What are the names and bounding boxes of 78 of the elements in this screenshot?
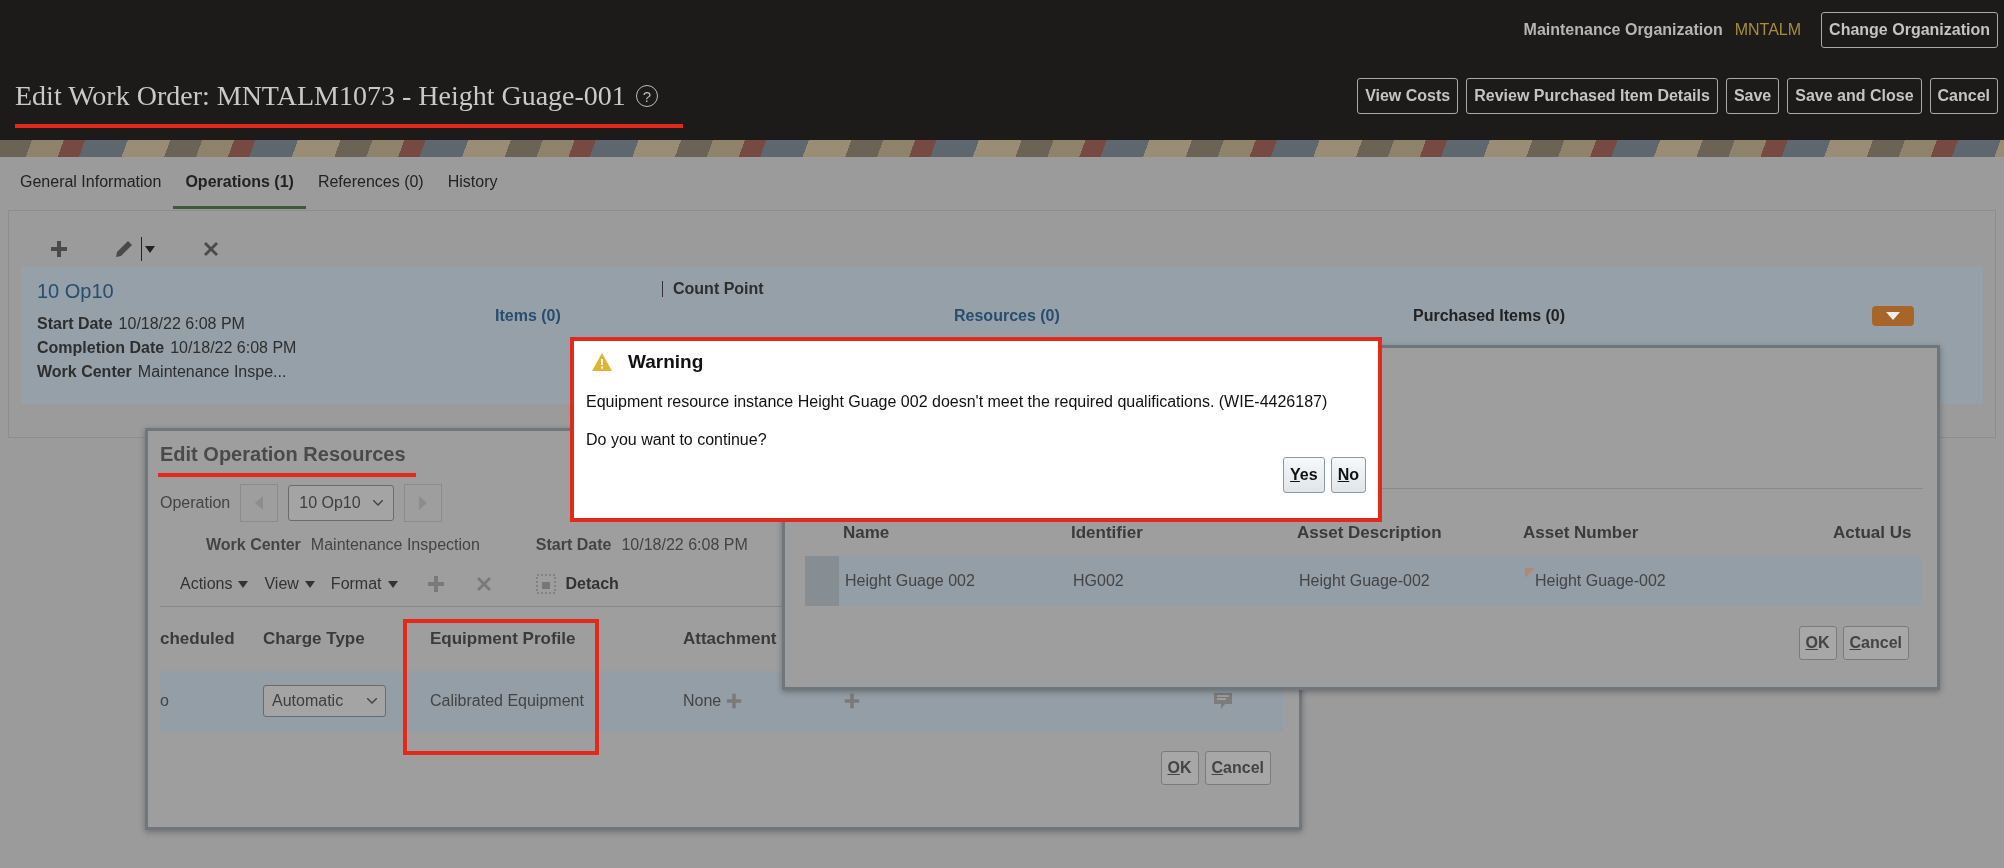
column-header: Name [843,523,891,543]
column-header: Attachment [683,629,778,649]
dropdown-icon[interactable] [141,236,155,261]
field-value: 10/18/22 6:08 PM [621,536,748,554]
charge-type-select[interactable]: Automatic [263,685,387,717]
operation-select[interactable]: 10 Op10 [288,485,394,521]
dialog-button[interactable]: Yes [1283,457,1325,493]
caret-icon [387,580,398,588]
column-header: Asset Description [1297,523,1443,543]
dialog-button[interactable]: OK [1160,751,1199,785]
table-cell: Height Guage-002 [1535,572,1666,590]
org-label: Maintenance Organization [1523,21,1723,39]
field-label: Start Date [535,536,612,554]
column-header: Asset Number [1523,523,1640,543]
field-value: Maintenance Inspection [310,536,480,554]
tab[interactable]: History [435,157,510,209]
count-link[interactable]: Items (0) [495,307,954,325]
count-link[interactable]: Resources (0) [954,307,1413,325]
table-cell: None [683,692,722,710]
dialog-title: Warning [628,351,704,373]
field-value: Maintenance Inspe... [137,363,287,381]
field-value: 10/18/22 6:08 PM [170,339,297,357]
row-selector[interactable] [805,556,839,606]
column-header: Equipment Profile [429,629,577,649]
table-cell-text: Calibrated Equipment [429,692,585,710]
header-button[interactable]: View Costs [1357,78,1459,114]
add-icon[interactable] [843,692,861,710]
caret-icon [1886,312,1900,320]
field-value: 10/18/22 6:08 PM [118,315,245,333]
operation-label: Operation [160,494,231,512]
operation-link[interactable]: 10 Op10 [37,280,495,303]
expand-button[interactable] [1872,306,1914,326]
table-cell-text: HG002 [1073,572,1125,590]
tab[interactable]: Operations (1) [173,157,306,209]
field-label: Start Date [37,315,113,333]
add-icon[interactable] [425,574,446,594]
column-header: Identifier [1071,523,1144,543]
header-button[interactable]: Save [1725,78,1780,114]
change-organization-button[interactable]: Change Organization [1821,12,1998,48]
org-value: MNTALM [1734,21,1802,39]
add-icon[interactable] [49,238,69,259]
flag-icon [1525,568,1535,578]
count-point-label: Count Point [673,280,764,298]
dialog-button[interactable]: No [1330,457,1366,493]
add-icon[interactable] [725,692,744,710]
table-cell-text: Height Guage-002 [1299,572,1431,590]
dialog-button[interactable]: OK [1798,626,1837,660]
dialog-button[interactable]: Cancel [1204,751,1271,785]
warning-question: Do you want to continue? [586,431,768,449]
column-header: Actual Us [1833,523,1912,543]
comment-icon[interactable] [1213,692,1233,710]
header-button[interactable]: Cancel [1929,78,1998,114]
warning-icon [592,353,612,371]
caret-icon [304,580,315,588]
table-cell-text: o [160,692,170,710]
detach-button[interactable]: Detach [565,575,619,593]
column-header: cheduled [160,629,236,649]
dialog-button[interactable]: Cancel [1842,626,1909,660]
dialog-title: Edit Operation Resources [160,443,406,466]
chevron-icon [367,698,378,704]
field-label: Work Center [37,363,132,381]
header-button[interactable]: Save and Close [1787,78,1922,114]
table-row[interactable]: Height Guage 002 HG002 Height Guage-002 Height Guage-002 [805,556,1921,606]
tab[interactable]: References (0) [305,157,436,209]
field-label: Completion Date [37,339,165,357]
table-cell-text: Height Guage 002 [845,572,976,590]
chevron-icon [372,500,383,506]
count-link[interactable]: Purchased Items (0) [1413,307,1872,325]
header-button[interactable]: Review Purchased Item Details [1466,78,1718,114]
tab[interactable]: General Information [8,157,174,209]
column-header: Charge Type [263,629,366,649]
menu-button[interactable]: View [264,575,315,593]
page-title: Edit Work Order: MNTALM1073 - Height Guage-001 [15,80,626,112]
detach-icon [535,574,556,594]
field-label: Work Center [206,536,301,554]
menu-button[interactable]: Format [330,575,398,593]
caret-icon [238,580,249,588]
menu-button[interactable]: Actions [180,575,249,593]
